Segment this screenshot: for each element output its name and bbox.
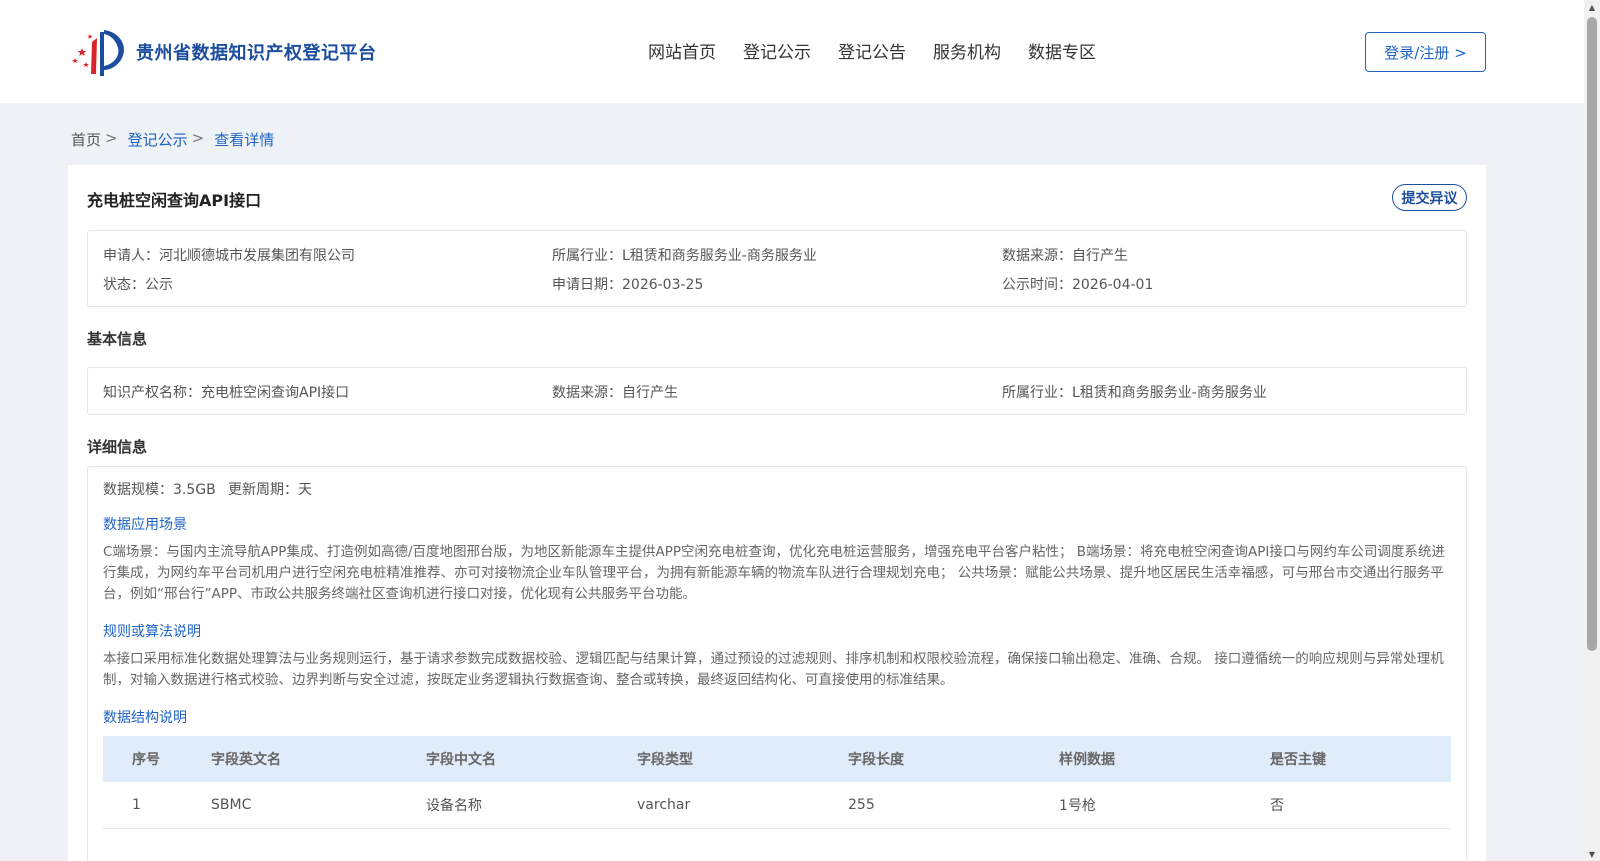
data-structure-title: 数据结构说明 xyxy=(103,710,187,726)
status-field: 状态：公示 xyxy=(103,274,173,294)
main-nav: 网站首页 登记公示 登记公告 服务机构 数据专区 xyxy=(648,38,1123,63)
data-scale-field: 数据规模：3.5GB xyxy=(103,479,216,499)
col-header: 字段类型 xyxy=(637,752,693,768)
basic-industry-field: 所属行业：L租赁和商务服务业-商务服务业 xyxy=(1002,382,1267,402)
publish-time-field: 公示时间：2026-04-01 xyxy=(1002,274,1153,294)
applicant-label: 申请人： xyxy=(103,248,159,264)
algorithm-title: 规则或算法说明 xyxy=(103,624,201,640)
table-header: 序号 字段英文名 字段中文名 字段类型 字段长度 样例数据 是否主键 xyxy=(103,736,1451,782)
breadcrumb: 首页 > 登记公示 > 查看详情 xyxy=(71,129,274,150)
detail-info-box: 数据规模：3.5GB 更新周期：天 数据应用场景 C端场景：与国内主流导航APP… xyxy=(87,466,1467,861)
table-cell: 设备名称 xyxy=(426,798,482,814)
table-cell: 1 xyxy=(132,797,141,813)
breadcrumb-home[interactable]: 首页 xyxy=(71,129,101,150)
breadcrumb-separator: > xyxy=(105,129,118,147)
application-scenario-title: 数据应用场景 xyxy=(103,517,187,533)
update-cycle-value: 天 xyxy=(298,482,312,498)
data-scale-label: 数据规模： xyxy=(103,482,173,498)
basic-info-box: 知识产权名称：充电桩空闲查询API接口 数据来源：自行产生 所属行业：L租赁和商… xyxy=(87,367,1467,415)
ip-name-value: 充电桩空闲查询API接口 xyxy=(201,385,350,401)
source-label: 数据来源： xyxy=(1002,248,1072,264)
table-row: 1 SBMC 设备名称 varchar 255 1号枪 否 xyxy=(103,782,1451,829)
basic-source-value: 自行产生 xyxy=(622,385,678,401)
nav-data-zone[interactable]: 数据专区 xyxy=(1028,38,1096,63)
basic-industry-value: L租赁和商务服务业-商务服务业 xyxy=(1072,385,1267,401)
ip-name-label: 知识产权名称： xyxy=(103,385,201,401)
nav-registration-announcement[interactable]: 登记公告 xyxy=(838,38,906,63)
status-value: 公示 xyxy=(145,277,173,293)
publish-time-label: 公示时间： xyxy=(1002,277,1072,293)
source-field: 数据来源：自行产生 xyxy=(1002,245,1128,265)
col-header: 字段长度 xyxy=(848,752,904,768)
page-title: 充电桩空闲查询API接口 xyxy=(87,191,262,210)
publish-time-value: 2026-04-01 xyxy=(1072,277,1154,293)
nav-registration-publicity[interactable]: 登记公示 xyxy=(743,38,811,63)
scroll-down-icon[interactable]: ▼ xyxy=(1584,847,1600,861)
site-logo[interactable]: 贵州省数据知识产权登记平台 xyxy=(70,26,377,78)
site-name: 贵州省数据知识产权登记平台 xyxy=(136,43,377,64)
col-header: 样例数据 xyxy=(1059,752,1115,768)
site-header: 贵州省数据知识产权登记平台 网站首页 登记公示 登记公告 服务机构 数据专区 登… xyxy=(0,0,1584,103)
industry-field: 所属行业：L租赁和商务服务业-商务服务业 xyxy=(552,245,817,265)
scrollbar-thumb[interactable] xyxy=(1587,17,1597,651)
table-cell: 1号枪 xyxy=(1059,798,1096,814)
source-value: 自行产生 xyxy=(1072,248,1128,264)
ip-name-field: 知识产权名称：充电桩空闲查询API接口 xyxy=(103,382,349,402)
summary-box: 申请人：河北顺德城市发展集团有限公司 所属行业：L租赁和商务服务业-商务服务业 … xyxy=(87,230,1467,307)
industry-label: 所属行业： xyxy=(552,248,622,264)
scroll-up-icon[interactable]: ▲ xyxy=(1584,0,1600,14)
data-structure-table: 序号 字段英文名 字段中文名 字段类型 字段长度 样例数据 是否主键 1 SBM… xyxy=(103,736,1451,829)
nav-home[interactable]: 网站首页 xyxy=(648,38,716,63)
col-header: 字段英文名 xyxy=(211,752,281,768)
applicant-field: 申请人：河北顺德城市发展集团有限公司 xyxy=(103,245,355,265)
col-header: 字段中文名 xyxy=(426,752,496,768)
breadcrumb-separator: > xyxy=(191,129,205,147)
basic-industry-label: 所属行业： xyxy=(1002,385,1072,401)
status-label: 状态： xyxy=(103,277,145,293)
table-cell: 否 xyxy=(1270,798,1284,814)
table-cell: SBMC xyxy=(211,797,252,813)
table-cell: varchar xyxy=(637,797,691,813)
detail-info-title: 详细信息 xyxy=(87,438,148,456)
basic-source-label: 数据来源： xyxy=(552,385,622,401)
basic-info-title: 基本信息 xyxy=(87,330,148,348)
detail-card: 充电桩空闲查询API接口 提交异议 申请人：河北顺德城市发展集团有限公司 所属行… xyxy=(68,165,1486,861)
table-cell: 255 xyxy=(848,797,875,813)
basic-source-field: 数据来源：自行产生 xyxy=(552,382,678,402)
col-header: 是否主键 xyxy=(1270,752,1326,768)
apply-date-label: 申请日期： xyxy=(552,277,622,293)
application-scenario-text: C端场景：与国内主流导航APP集成、打造例如高德/百度地图邢台版，为地区新能源车… xyxy=(103,544,1445,602)
applicant-value: 河北顺德城市发展集团有限公司 xyxy=(159,248,355,264)
page-scrollbar[interactable]: ▲ ▼ xyxy=(1584,0,1600,861)
apply-date-value: 2026-03-25 xyxy=(622,277,704,293)
submit-objection-button[interactable]: 提交异议 xyxy=(1392,184,1467,211)
update-cycle-label: 更新周期： xyxy=(228,482,298,498)
nav-service-agencies[interactable]: 服务机构 xyxy=(933,38,1001,63)
breadcrumb-section[interactable]: 登记公示 xyxy=(128,129,188,150)
algorithm-text: 本接口采用标准化数据处理算法与业务规则运行，基于请求参数完成数据校验、逻辑匹配与… xyxy=(103,651,1444,688)
apply-date-field: 申请日期：2026-03-25 xyxy=(552,274,703,294)
update-cycle-field: 更新周期：天 xyxy=(228,479,312,499)
industry-value: L租赁和商务服务业-商务服务业 xyxy=(622,248,817,264)
login-register-button[interactable]: 登录/注册 > xyxy=(1365,32,1486,72)
logo-emblem-icon xyxy=(72,30,124,76)
breadcrumb-current[interactable]: 查看详情 xyxy=(214,129,274,150)
col-header: 序号 xyxy=(132,752,160,768)
data-scale-value: 3.5GB xyxy=(173,482,216,498)
